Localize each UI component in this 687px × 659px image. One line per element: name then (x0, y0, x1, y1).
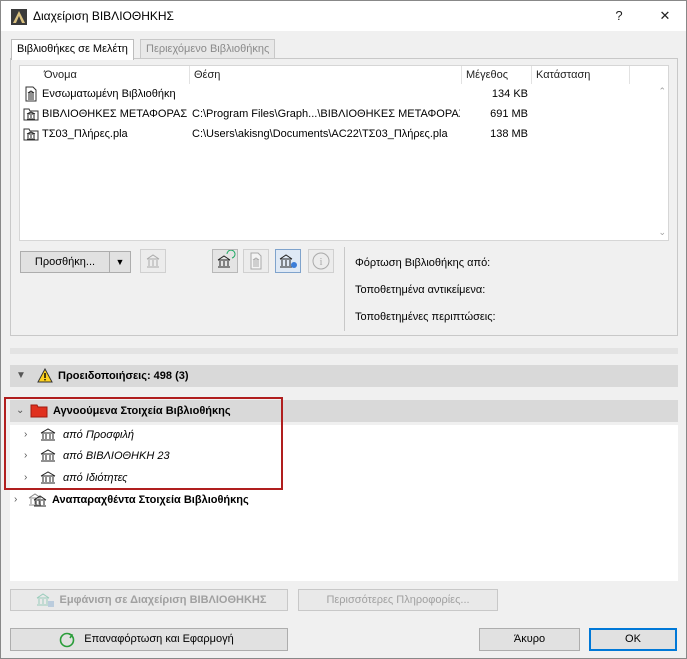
duplicate-parts-label: Αναπαραχθέντα Στοιχεία Βιβλιοθήκης (52, 494, 249, 506)
reload-icon (59, 632, 75, 648)
column-header-location[interactable]: Θέση (190, 66, 462, 84)
reload-and-apply-label: Επαναφόρτωση και Εφαρμογή (84, 633, 234, 645)
library-size: 691 MB (490, 108, 528, 120)
duplicate-library-icon (28, 493, 47, 507)
title-bar: Διαχείριση ΒΙΒΛΙΟΘΗΚΗΣ ? ✕ (1, 1, 686, 31)
archicad-icon (11, 9, 27, 25)
scroll-down-icon[interactable]: ⌄ (658, 227, 666, 238)
library-size: 134 KB (491, 88, 528, 100)
column-header-size[interactable]: Μέγεθος (462, 66, 532, 84)
show-in-library-manager-label: Εμφάνιση σε Διαχείριση ΒΙΒΛΙΟΘΗΚΗΣ (59, 594, 267, 606)
vertical-divider (344, 247, 345, 331)
warnings-section-header[interactable]: ▼ Προειδοποιήσεις: 498 (3) (10, 365, 678, 387)
library-settings-button[interactable] (275, 249, 301, 273)
library-location (192, 84, 460, 104)
add-button[interactable]: Προσθήκη... (20, 251, 110, 273)
library-file-icon (23, 128, 39, 141)
window-title: Διαχείριση ΒΙΒΛΙΟΘΗΚΗΣ (33, 9, 174, 23)
reload-and-apply-button[interactable]: Επαναφόρτωση και Εφαρμογή (10, 628, 288, 651)
embedded-library-icon (250, 252, 262, 270)
library-name: Ενσωματωμένη Βιβλιοθήκη (42, 88, 176, 100)
library-location: C:\Program Files\Graph...\ΒΙΒΛΙΟΘΗΚΕΣ ΜΕ… (192, 108, 460, 120)
remove-library-button[interactable] (140, 249, 166, 273)
scroll-up-icon[interactable]: ⌃ (658, 86, 666, 97)
cancel-button[interactable]: Άκυρο (479, 628, 580, 651)
placed-objects-label: Τοποθετημένα αντικείμενα: (355, 284, 486, 296)
library-list[interactable]: Όνομα Θέση Μέγεθος Κατάσταση Ενσωματωμέν… (19, 65, 669, 241)
splitter[interactable] (10, 348, 678, 354)
library-name: ΤΣ03_Πλήρες.pla (42, 128, 128, 140)
libraries-panel: Όνομα Θέση Μέγεθος Κατάσταση Ενσωματωμέν… (10, 58, 678, 336)
info-icon: i (312, 252, 330, 270)
library-location: C:\Users\akisng\Documents\AC22\ΤΣ03_Πλήρ… (192, 128, 448, 140)
tab-libraries-in-project[interactable]: Βιβλιοθήκες σε Μελέτη (11, 39, 134, 60)
column-header-status[interactable]: Κατάσταση (532, 66, 630, 84)
library-name: ΒΙΒΛΙΟΘΗΚΕΣ ΜΕΤΑΦΟΡΑΣ (42, 108, 188, 120)
tab-library-contents[interactable]: Περιεχόμενο Βιβλιοθήκης (140, 39, 276, 59)
show-in-library-manager-button[interactable]: Εμφάνιση σε Διαχείριση ΒΙΒΛΙΟΘΗΚΗΣ (10, 589, 288, 611)
highlight-box (4, 397, 283, 490)
reload-library-button[interactable] (212, 249, 238, 273)
remove-library-icon (146, 254, 160, 268)
table-row[interactable]: ΒΙΒΛΙΟΘΗΚΕΣ ΜΕΤΑΦΟΡΑΣ C:\Program Files\G… (20, 104, 652, 124)
table-row[interactable]: ΤΣ03_Πλήρες.pla C:\Users\akisng\Document… (20, 124, 652, 144)
library-manager-dialog: Διαχείριση ΒΙΒΛΙΟΘΗΚΗΣ ? ✕ Βιβλιοθήκες σ… (0, 0, 687, 659)
close-button[interactable]: ✕ (653, 5, 677, 27)
loaded-from-label: Φόρτωση Βιβλιοθήκης από: (355, 257, 491, 269)
warning-icon (37, 368, 53, 383)
embedded-library-button[interactable] (243, 249, 269, 273)
library-size: 138 MB (490, 128, 528, 140)
library-manager-icon (36, 593, 54, 607)
svg-text:i: i (319, 256, 322, 268)
column-header-name[interactable]: Όνομα (40, 66, 190, 84)
library-folder-icon (23, 108, 39, 121)
add-dropdown-arrow[interactable]: ▼ (109, 251, 131, 273)
chevron-down-icon[interactable]: ▼ (16, 370, 26, 381)
ok-button[interactable]: OK (589, 628, 677, 651)
help-button[interactable]: ? (607, 5, 631, 27)
more-info-button[interactable]: Περισσότερες Πληροφορίες... (298, 589, 498, 611)
embedded-library-icon (25, 86, 37, 102)
warnings-label: Προειδοποιήσεις: 498 (3) (58, 370, 189, 382)
library-reload-icon (217, 249, 236, 268)
placed-instances-label: Τοποθετημένες περιπτώσεις: (355, 311, 496, 323)
table-row[interactable]: Ενσωματωμένη Βιβλιοθήκη 134 KB (20, 84, 652, 104)
library-settings-icon (279, 254, 297, 268)
info-button[interactable]: i (308, 249, 334, 273)
